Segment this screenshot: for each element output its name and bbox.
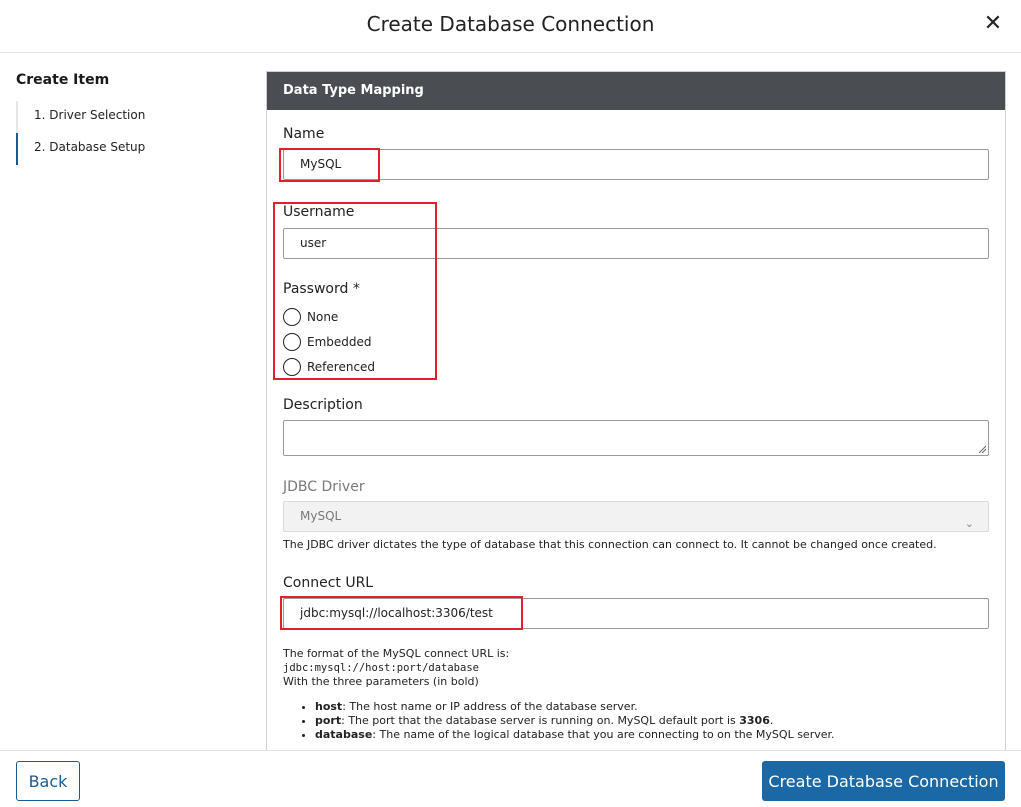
password-option-referenced[interactable]: Referenced [283,356,375,378]
dialog-header: Create Database Connection ✕ [0,0,1021,53]
back-button[interactable]: Back [16,761,80,801]
param-text: : The name of the logical database that … [372,728,835,741]
create-connection-button[interactable]: Create Database Connection [762,761,1005,801]
password-option-none[interactable]: None [283,306,338,328]
param-term: host [315,700,343,713]
jdbc-driver-label: JDBC Driver [283,479,365,495]
form-panel: Data Type Mapping Name MySQL Username us… [266,71,1006,751]
username-input[interactable]: user [283,228,989,259]
help-format: jdbc:mysql://host:port/database [283,662,479,674]
description-textarea[interactable] [283,420,989,456]
sidebar-heading: Create Item [16,72,110,88]
chevron-down-icon: ⌄ [964,517,974,530]
param-list: host: The host name or IP address of the… [297,700,835,742]
connect-url-label: Connect URL [283,575,374,591]
radio-button[interactable] [283,308,301,326]
list-item: host: The host name or IP address of the… [315,700,835,714]
connect-url-input[interactable]: jdbc:mysql://localhost:3306/test [283,598,989,629]
name-input[interactable]: MySQL [283,149,989,180]
list-item: port: The port that the database server … [315,714,835,728]
password-label: Password * [283,281,360,297]
name-value: MySQL [300,157,342,171]
name-label: Name [283,126,325,142]
radio-label: None [307,310,339,324]
step-driver-selection[interactable]: 1. Driver Selection [16,101,246,133]
param-tail: . [769,714,774,727]
param-text: : The host name or IP address of the dat… [342,700,638,713]
description-label: Description [283,397,363,413]
param-text: : The port that the database server is r… [341,714,740,727]
step-label: 1. Driver Selection [34,108,146,122]
connect-url-help: The format of the MySQL connect URL is: … [283,647,509,689]
param-bold-tail: 3306 [739,714,770,727]
sidebar: Create Item 1. Driver Selection 2. Datab… [0,53,266,750]
radio-label: Referenced [307,360,376,374]
username-label: Username [283,204,355,220]
close-button[interactable]: ✕ [983,11,1003,36]
jdbc-driver-select: MySQL ⌄ [283,501,989,532]
dialog-footer: Back Create Database Connection [0,750,1021,807]
radio-button[interactable] [283,333,301,351]
connect-url-value: jdbc:mysql://localhost:3306/test [300,606,493,620]
step-database-setup[interactable]: 2. Database Setup [16,133,246,165]
step-label: 2. Database Setup [34,140,146,154]
param-term: database [315,728,373,741]
username-value: user [300,236,327,250]
param-term: port [315,714,342,727]
jdbc-driver-value: MySQL [300,509,342,523]
help-intro: The format of the MySQL connect URL is: [283,647,510,660]
close-icon: ✕ [983,11,1003,36]
jdbc-driver-help: The JDBC driver dictates the type of dat… [283,538,937,551]
panel-title: Data Type Mapping [267,72,1005,110]
dialog-title: Create Database Connection [366,12,655,36]
resize-grip-icon[interactable] [978,445,986,453]
radio-button[interactable] [283,358,301,376]
password-option-embedded[interactable]: Embedded [283,331,372,353]
step-list: 1. Driver Selection 2. Database Setup [16,101,246,165]
list-item: database: The name of the logical databa… [315,728,835,742]
help-params: With the three parameters (in bold) [283,675,479,688]
radio-label: Embedded [307,335,372,349]
